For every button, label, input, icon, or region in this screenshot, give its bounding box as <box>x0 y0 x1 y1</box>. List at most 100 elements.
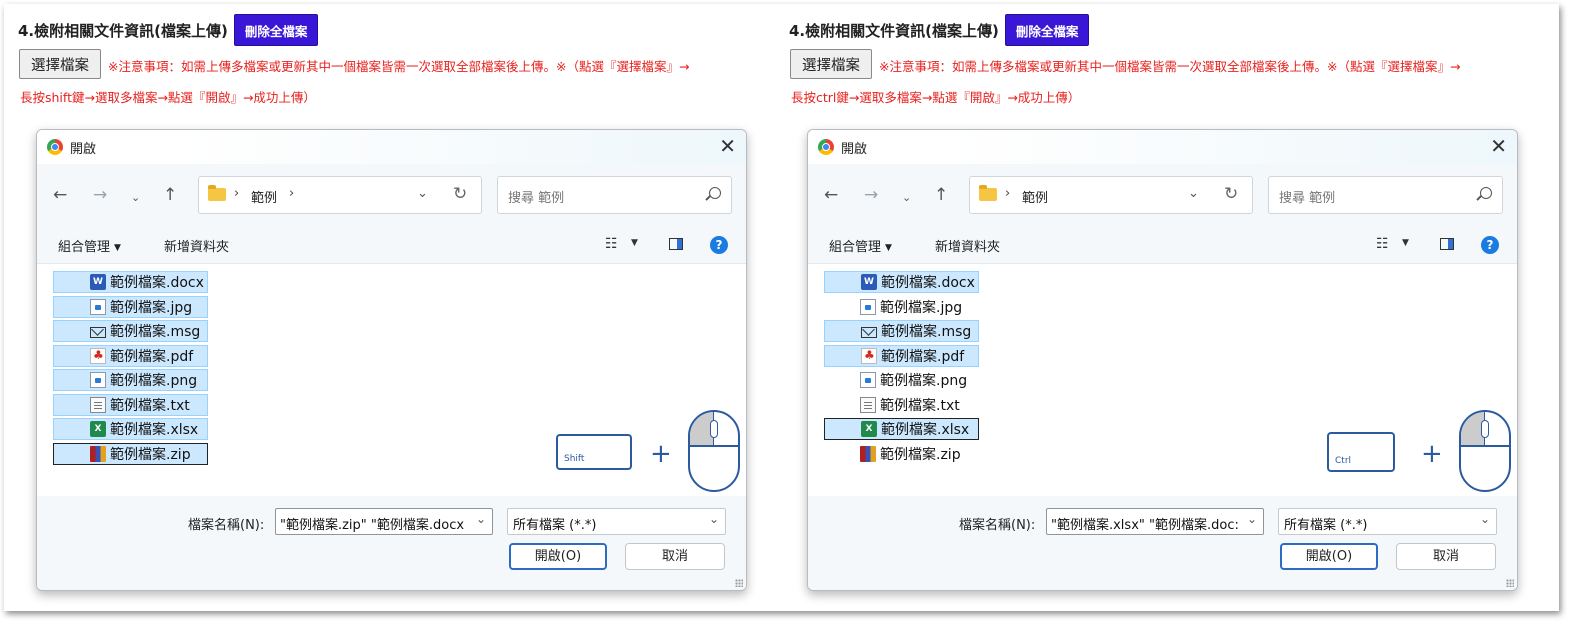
notice-text: ※注意事項：如需上傳多檔案或更新其中一個檔案皆需一次選取全部檔案後上傳。※（點選… <box>879 59 1461 74</box>
file-list-item[interactable]: X 範例檔案.xlsx <box>53 418 208 440</box>
help-icon[interactable]: ? <box>710 236 728 254</box>
folder-icon <box>979 185 997 201</box>
open-button[interactable]: 開啟(O) <box>509 543 607 570</box>
file-name: 範例檔案.png <box>110 373 198 389</box>
mouse-illustration <box>688 410 740 492</box>
chevron-down-icon[interactable]: ⌄ <box>417 186 428 201</box>
dialog-toolbar: 組合管理 ▼ 新增資料夾 ☷ ▼ ? <box>808 226 1517 264</box>
search-placeholder: 搜尋 範例 <box>508 191 565 206</box>
file-name: 範例檔案.txt <box>110 397 190 414</box>
choose-file-button[interactable]: 選擇檔案 <box>19 49 101 79</box>
file-list-item[interactable]: 範例檔案.msg <box>53 320 208 342</box>
file-list-item[interactable]: X 範例檔案.xlsx <box>824 418 979 440</box>
up-icon[interactable]: ↑ <box>934 186 948 204</box>
close-icon[interactable]: ✕ <box>1490 135 1507 157</box>
filetype-select[interactable]: 所有檔案 (*.*) ⌄ <box>1278 508 1497 535</box>
file-list-item[interactable]: 範例檔案.pdf <box>53 344 208 367</box>
delete-all-button[interactable]: 刪除全檔案 <box>233 14 319 46</box>
caret-down-icon[interactable]: ▼ <box>631 238 638 248</box>
filetype-select[interactable]: 所有檔案 (*.*) ⌄ <box>507 508 726 535</box>
file-list-item[interactable]: 範例檔案.png <box>824 369 979 391</box>
recent-locations-icon[interactable]: ⌄ <box>131 189 140 207</box>
search-icon <box>709 187 721 199</box>
breadcrumb-chevron-icon: › <box>289 186 295 201</box>
mail-icon <box>90 326 106 338</box>
help-icon[interactable]: ? <box>1481 236 1499 254</box>
cancel-button[interactable]: 取消 <box>1396 543 1496 570</box>
new-folder-button[interactable]: 新增資料夾 <box>164 236 229 255</box>
back-icon[interactable]: ← <box>824 186 838 204</box>
file-list-item[interactable]: 範例檔案.png <box>53 369 208 391</box>
navigation-bar: ← → ⌄ ↑ › 範例 › ⌄ ↻ 搜尋 範例 <box>37 164 746 226</box>
up-icon[interactable]: ↑ <box>163 186 177 204</box>
folder-icon <box>208 185 226 201</box>
file-list-item[interactable]: 範例檔案.jpg <box>53 295 208 318</box>
mouse-divider <box>690 445 738 447</box>
breadcrumb[interactable]: 範例 <box>1022 187 1048 206</box>
open-button[interactable]: 開啟(O) <box>1280 543 1378 570</box>
file-list-item[interactable]: 範例檔案.zip <box>53 442 208 465</box>
breadcrumb[interactable]: 範例 <box>251 187 277 206</box>
file-name: 範例檔案.docx <box>110 275 204 291</box>
cancel-button[interactable]: 取消 <box>625 543 725 570</box>
notice-text-line2: 長按shift鍵→選取多檔案→點選『開啟』→成功上傳） <box>20 90 316 105</box>
caret-down-icon: ▼ <box>114 243 121 253</box>
file-list-item[interactable]: 範例檔案.msg <box>824 320 979 342</box>
file-name: 範例檔案.zip <box>110 446 191 463</box>
resize-grip-icon[interactable] <box>735 579 743 587</box>
resize-grip-icon[interactable] <box>1506 579 1514 587</box>
preview-pane-icon[interactable] <box>669 238 683 250</box>
search-box[interactable]: 搜尋 範例 <box>1268 176 1503 214</box>
preview-pane-icon[interactable] <box>1440 238 1454 250</box>
organize-menu[interactable]: 組合管理 ▼ <box>58 236 121 255</box>
file-list-item[interactable]: 範例檔案.txt <box>53 393 208 416</box>
file-name: 範例檔案.pdf <box>881 348 965 365</box>
file-name: 範例檔案.png <box>880 373 968 389</box>
dialog-toolbar: 組合管理 ▼ 新增資料夾 ☷ ▼ ? <box>37 226 746 264</box>
section-heading: 4.檢附相關文件資訊(檔案上傳) 刪除全檔案 <box>789 14 1090 46</box>
organize-label: 組合管理 <box>829 240 882 255</box>
view-details-icon[interactable]: ☷ <box>1376 236 1389 252</box>
forward-icon[interactable]: → <box>864 186 878 204</box>
dialog-footer: 檔案名稱(N): "範例檔案.zip" "範例檔案.docx ⌄ 所有檔案 (*… <box>37 496 746 590</box>
chevron-down-icon[interactable]: ⌄ <box>476 512 486 526</box>
breadcrumb-chevron-icon: › <box>234 186 240 201</box>
delete-all-button[interactable]: 刪除全檔案 <box>1004 14 1090 46</box>
file-list-item[interactable]: W 範例檔案.docx <box>53 271 208 293</box>
new-folder-button[interactable]: 新增資料夾 <box>935 236 1000 255</box>
dialog-titlebar: 開啟 ✕ <box>37 130 746 164</box>
breadcrumb-chevron-icon: › <box>1005 186 1011 201</box>
file-list-item[interactable]: 範例檔案.pdf <box>824 344 979 367</box>
back-icon[interactable]: ← <box>53 186 67 204</box>
close-icon[interactable]: ✕ <box>719 135 736 157</box>
forward-icon[interactable]: → <box>93 186 107 204</box>
file-list-item[interactable]: 範例檔案.zip <box>824 443 979 465</box>
filename-label: 檔案名稱(N): <box>959 518 1036 533</box>
refresh-icon[interactable]: ↻ <box>453 184 467 204</box>
organize-label: 組合管理 <box>58 240 111 255</box>
recent-locations-icon[interactable]: ⌄ <box>902 189 911 207</box>
file-name: 範例檔案.docx <box>881 275 975 291</box>
filename-input[interactable]: "範例檔案.xlsx" "範例檔案.doc: ⌄ <box>1046 508 1264 535</box>
refresh-icon[interactable]: ↻ <box>1224 184 1238 204</box>
notice-text: ※注意事項：如需上傳多檔案或更新其中一個檔案皆需一次選取全部檔案後上傳。※（點選… <box>108 59 690 74</box>
search-box[interactable]: 搜尋 範例 <box>497 176 732 214</box>
organize-menu[interactable]: 組合管理 ▼ <box>829 236 892 255</box>
mouse-wheel <box>1481 420 1489 438</box>
address-bar[interactable]: › 範例 ⌄ ↻ <box>969 176 1253 214</box>
file-list-item[interactable]: W 範例檔案.docx <box>824 271 979 293</box>
caret-down-icon[interactable]: ▼ <box>1402 238 1409 248</box>
file-name: 範例檔案.xlsx <box>110 422 199 438</box>
choose-file-button[interactable]: 選擇檔案 <box>790 49 872 79</box>
chevron-down-icon[interactable]: ⌄ <box>1247 512 1257 526</box>
mouse-illustration <box>1459 410 1511 492</box>
address-bar[interactable]: › 範例 › ⌄ ↻ <box>198 176 482 214</box>
file-list-item[interactable]: 範例檔案.txt <box>824 394 979 416</box>
filename-input[interactable]: "範例檔案.zip" "範例檔案.docx ⌄ <box>275 508 493 535</box>
chevron-down-icon[interactable]: ⌄ <box>1188 186 1199 201</box>
ctrl-key-illustration: Ctrl <box>1327 432 1395 472</box>
word-icon: W <box>861 274 877 290</box>
filename-value: "範例檔案.zip" "範例檔案.docx <box>280 518 465 533</box>
file-list-item[interactable]: 範例檔案.jpg <box>824 296 979 318</box>
view-details-icon[interactable]: ☷ <box>605 236 618 252</box>
